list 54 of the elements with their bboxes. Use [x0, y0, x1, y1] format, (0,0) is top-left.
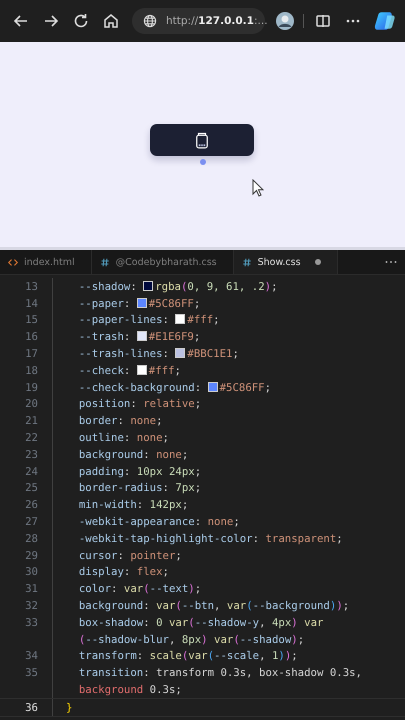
- editor-tab[interactable]: Show.css: [234, 250, 338, 274]
- code-line: -webkit-tap-highlight-color: transparent;: [78, 532, 343, 545]
- code-line: display: flex;: [78, 565, 169, 578]
- code-line: transition: transform 0.3s, box-shadow 0.3s,: [78, 666, 362, 680]
- code-line: background: var(--btn, var(--background));: [78, 599, 350, 612]
- line-number: 30: [24, 565, 38, 578]
- line-number: 20: [24, 397, 38, 410]
- line-number: 31: [24, 582, 38, 596]
- line-number: 15: [24, 313, 38, 326]
- code-line: background 0.3s;: [78, 683, 182, 696]
- line-number: 29: [24, 548, 38, 562]
- editor-tab[interactable]: index.html: [0, 250, 92, 274]
- address-bar[interactable]: http://127.0.0.1:...: [132, 8, 265, 34]
- line-number: 36: [24, 700, 38, 714]
- code-line: border: none;: [78, 414, 163, 428]
- code-line: color: var(--text);: [78, 582, 202, 596]
- line-number: 18: [24, 364, 38, 377]
- code-line: min-width: 142px;: [78, 498, 188, 512]
- code-line: --trash-lines: #BBC1E1;: [78, 347, 239, 360]
- code-line: --paper-lines: #fff;: [78, 313, 220, 326]
- line-number: 13: [24, 280, 38, 293]
- code-line: --check-background: #5C86FF;: [78, 380, 272, 394]
- code-line: transform: scale(var(--scale, 1));: [78, 649, 298, 662]
- code-line: padding: 10px 24px;: [78, 464, 202, 478]
- code-line: outline: none;: [78, 431, 169, 444]
- code-line: }: [66, 700, 72, 714]
- url-text: http://127.0.0.1:...: [166, 15, 268, 27]
- code-line: background: none;: [78, 448, 188, 461]
- code-line: cursor: pointer;: [78, 548, 182, 562]
- code-line: --shadow: rgba(0, 9, 61, .2);: [78, 280, 278, 293]
- code-line: --check: #fff;: [78, 364, 181, 377]
- code-line: --trash: #E1E6F9;: [78, 330, 200, 344]
- line-number: 16: [24, 330, 38, 344]
- line-number: 22: [24, 431, 38, 444]
- line-number: 33: [24, 616, 38, 629]
- line-number: 21: [24, 414, 38, 428]
- line-number: 14: [24, 296, 38, 310]
- code-line: box-shadow: 0 var(--shadow-y, 4px) var: [78, 616, 324, 629]
- line-number: 17: [24, 347, 38, 360]
- line-number: 35: [24, 666, 38, 680]
- line-number: 26: [24, 498, 38, 512]
- line-number: 27: [24, 515, 38, 528]
- code-line: position: relative;: [78, 397, 202, 410]
- code-line: --paper: #5C86FF;: [78, 296, 200, 310]
- line-number: 34: [24, 649, 38, 662]
- line-number: 25: [24, 481, 38, 494]
- line-number: 24: [24, 464, 38, 478]
- line-number: 28: [24, 532, 38, 545]
- line-number: 23: [24, 448, 38, 461]
- code-line: -webkit-appearance: none;: [78, 515, 240, 528]
- code-line: border-radius: 7px;: [78, 481, 202, 494]
- line-number: 19: [24, 380, 38, 394]
- code-line: (--shadow-blur, 8px) var(--shadow);: [78, 632, 304, 646]
- line-number: 32: [24, 599, 38, 612]
